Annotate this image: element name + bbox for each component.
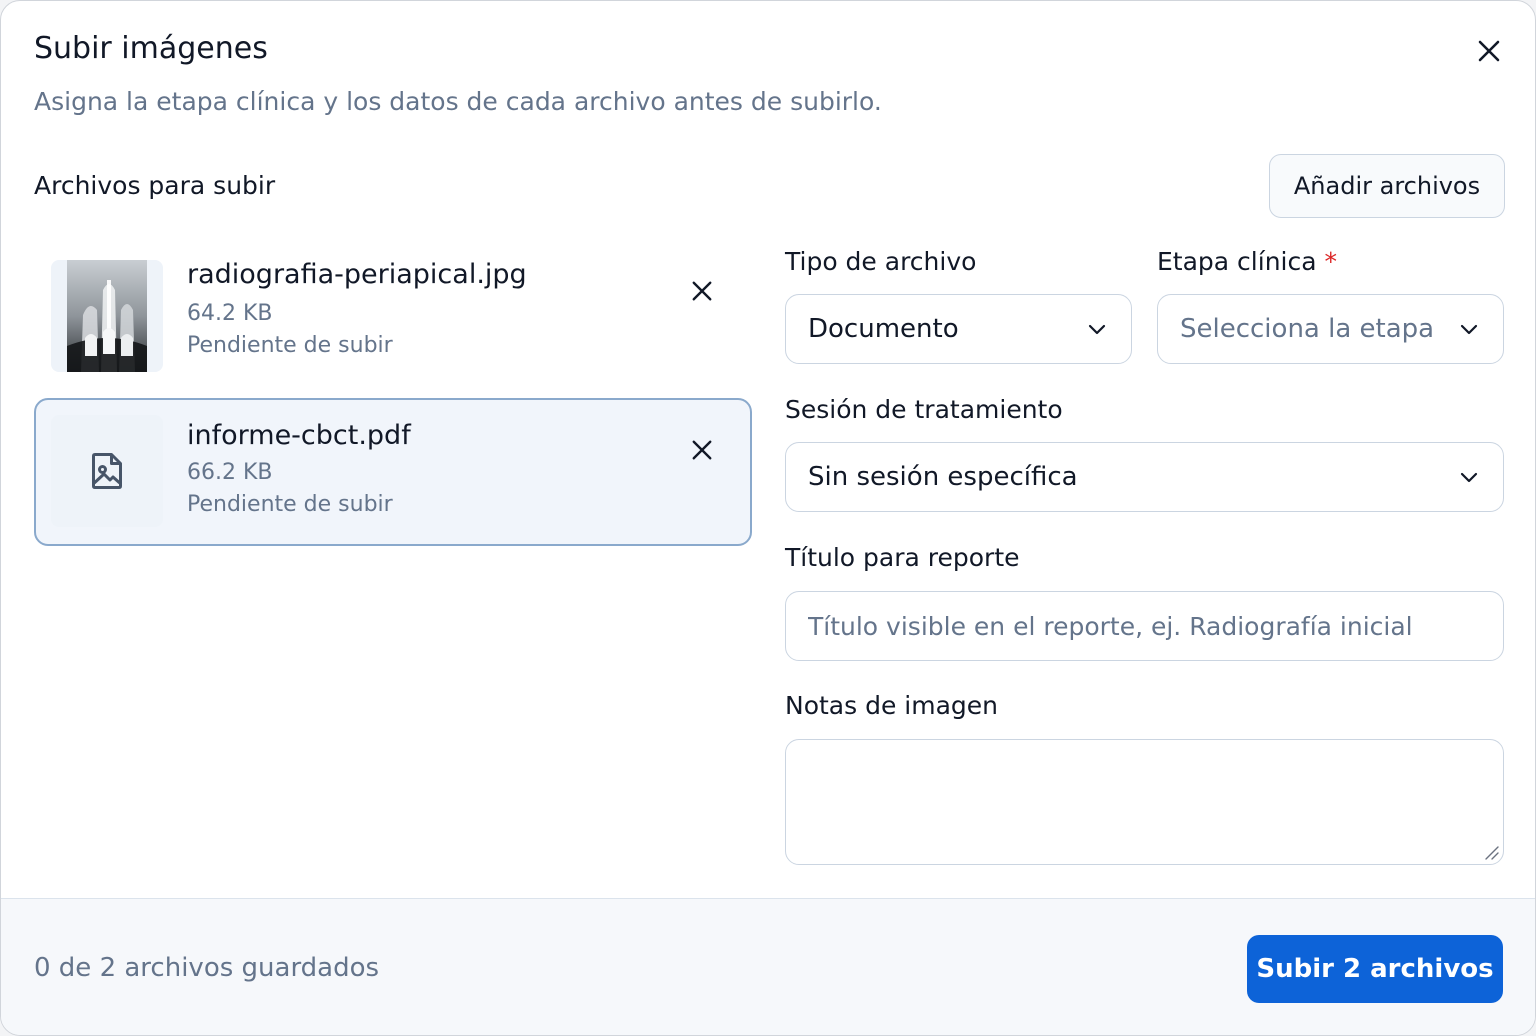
file-status: Pendiente de subir [187, 333, 393, 358]
report-title-label: Título para reporte [785, 543, 1020, 572]
saved-count: 0 de 2 archivos guardados [34, 953, 380, 983]
close-icon [692, 281, 712, 301]
chevron-down-icon [1088, 324, 1106, 335]
notes-label: Notas de imagen [785, 691, 999, 720]
dialog-footer: 0 de 2 archivos guardados Subir 2 archiv… [1, 898, 1535, 1035]
close-button[interactable] [1467, 31, 1511, 71]
resize-handle-icon[interactable] [1483, 844, 1499, 860]
close-icon [1478, 40, 1500, 62]
file-size: 64.2 KB [187, 301, 273, 326]
session-select[interactable]: Sin sesión específica [785, 442, 1504, 512]
file-type-label: Tipo de archivo [785, 247, 977, 276]
add-files-button[interactable]: Añadir archivos [1269, 154, 1505, 218]
clinical-stage-placeholder: Selecciona la etapa [1180, 314, 1435, 344]
required-mark: * [1324, 247, 1338, 276]
notes-textarea[interactable] [785, 739, 1504, 865]
upload-files-button[interactable]: Subir 2 archivos [1247, 935, 1503, 1003]
dialog-subtitle: Asigna la etapa clínica y los datos de c… [34, 87, 882, 116]
files-section-label: Archivos para subir [34, 171, 276, 200]
report-title-input[interactable] [785, 591, 1504, 661]
file-thumbnail [51, 260, 163, 372]
chevron-down-icon [1460, 324, 1478, 335]
clinical-stage-select[interactable]: Selecciona la etapa [1157, 294, 1504, 364]
close-icon [692, 440, 712, 460]
file-name: informe-cbct.pdf [187, 420, 411, 451]
file-name: radiografia-periapical.jpg [187, 259, 527, 290]
xray-image [67, 260, 147, 372]
session-value: Sin sesión específica [808, 462, 1078, 492]
file-size: 66.2 KB [187, 460, 273, 485]
file-type-value: Documento [808, 314, 959, 344]
dialog-title: Subir imágenes [34, 31, 268, 66]
upload-dialog: Subir imágenes Asigna la etapa clínica y… [0, 0, 1536, 1036]
file-type-select[interactable]: Documento [785, 294, 1132, 364]
file-status: Pendiente de subir [187, 492, 393, 517]
file-item[interactable]: radiografia-periapical.jpg 64.2 KB Pendi… [34, 243, 752, 391]
file-item-selected[interactable]: informe-cbct.pdf 66.2 KB Pendiente de su… [34, 398, 752, 546]
file-image-icon [92, 453, 122, 489]
chevron-down-icon [1460, 472, 1478, 483]
session-label: Sesión de tratamiento [785, 395, 1063, 424]
remove-file-button[interactable] [682, 430, 722, 470]
file-thumbnail [51, 415, 163, 527]
clinical-stage-label-text: Etapa clínica [1157, 247, 1317, 276]
clinical-stage-label: Etapa clínica * [1157, 247, 1337, 276]
remove-file-button[interactable] [682, 271, 722, 311]
